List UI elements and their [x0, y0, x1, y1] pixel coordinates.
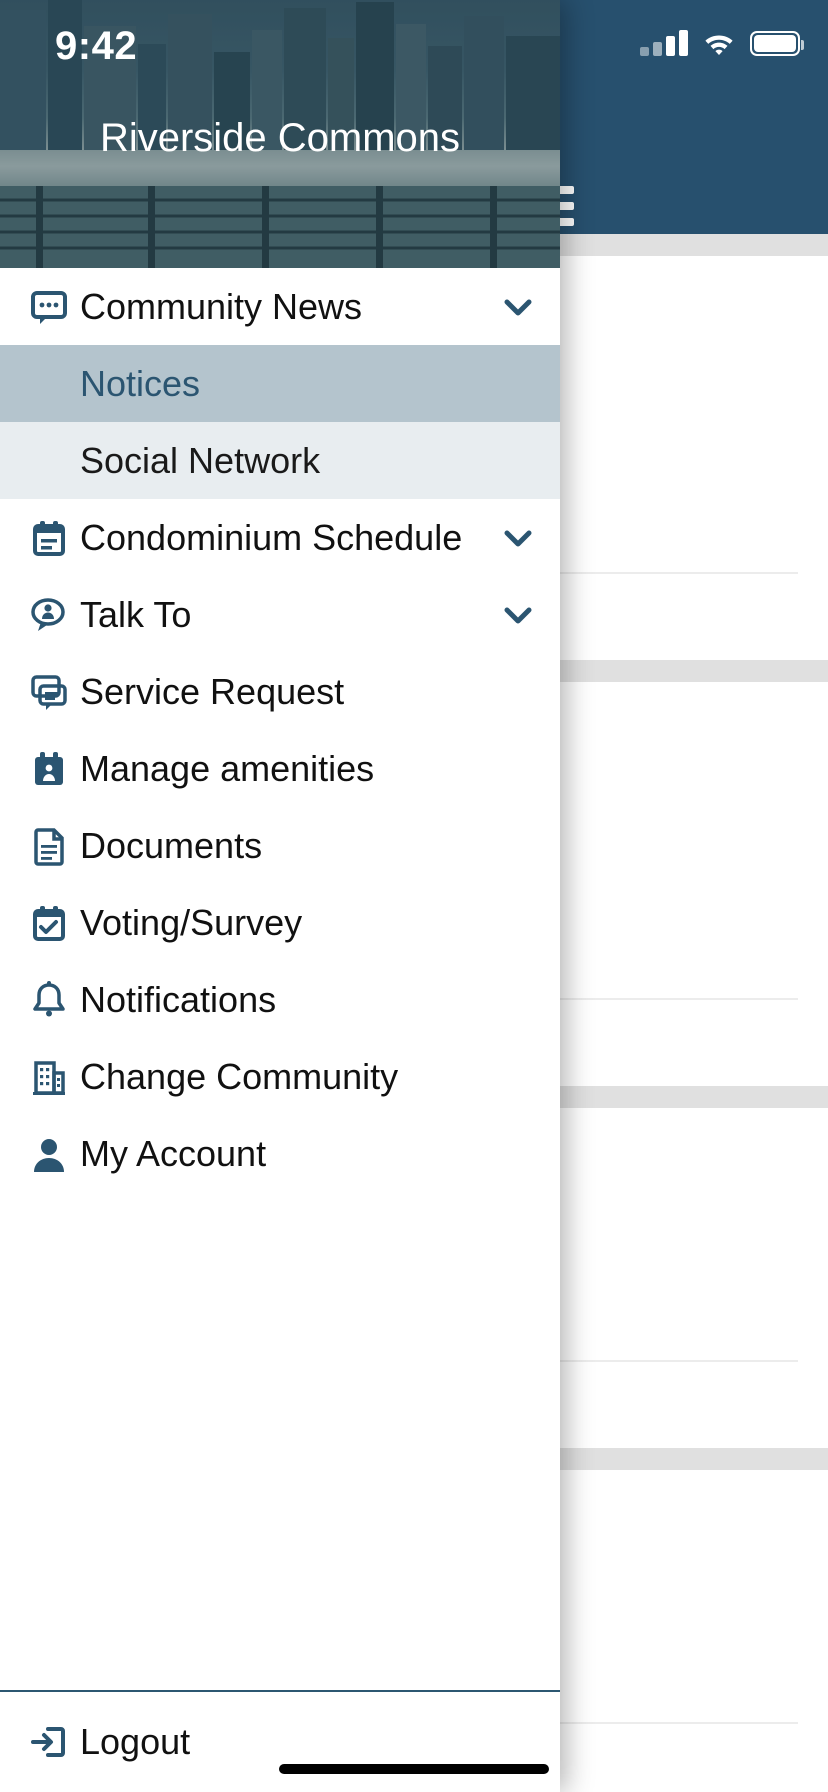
- home-indicator: [279, 1764, 549, 1774]
- sidebar-item-label: Change Community: [80, 1055, 399, 1097]
- sidebar-item-label: Condominium Schedule: [80, 516, 463, 558]
- sidebar-subitem-label: Social Network: [80, 439, 321, 481]
- sidebar-item-documents[interactable]: Documents: [0, 807, 560, 884]
- calendar-check-icon: [18, 903, 80, 943]
- person-speech-bubble-icon: [18, 595, 80, 635]
- building-icon: [18, 1057, 80, 1097]
- phone-screen: M Master Admin Dec 02, 2020 Expired Gate…: [0, 0, 828, 1792]
- sidebar-item-change-community[interactable]: Change Community: [0, 1038, 560, 1115]
- navigation-drawer: 9:42 Riverside Commons Community News Not…: [0, 0, 560, 1792]
- sidebar-item-voting-survey[interactable]: Voting/Survey: [0, 884, 560, 961]
- drawer-header: 9:42 Riverside Commons: [0, 0, 560, 268]
- sidebar-subitem-label: Notices: [80, 362, 201, 404]
- sidebar-subitem-social-network[interactable]: Social Network: [0, 422, 560, 499]
- sidebar-item-label: Talk To: [80, 593, 192, 635]
- stacked-chat-icon: [18, 672, 80, 712]
- sidebar-item-label: Service Request: [80, 670, 345, 712]
- wifi-icon: [702, 30, 736, 56]
- sidebar-item-label: Manage amenities: [80, 747, 375, 789]
- logout-button[interactable]: Logout: [0, 1692, 560, 1792]
- sidebar-item-label: Community News: [80, 285, 363, 327]
- calendar-person-icon: [18, 749, 80, 789]
- sidebar-item-label: Notifications: [80, 978, 277, 1020]
- sidebar-item-community-news[interactable]: Community News: [0, 268, 560, 345]
- chevron-down-icon[interactable]: [502, 522, 534, 554]
- drawer-menu: Community News Notices Social Network Cond…: [0, 268, 560, 1192]
- sidebar-item-talk-to[interactable]: Talk To: [0, 576, 560, 653]
- sidebar-item-condominium-schedule[interactable]: Condominium Schedule: [0, 499, 560, 576]
- document-icon: [18, 826, 80, 866]
- status-bar-icons: [640, 30, 804, 56]
- sidebar-item-label: Voting/Survey: [80, 901, 303, 943]
- logout-label: Logout: [80, 1721, 191, 1762]
- battery-icon: [750, 30, 804, 56]
- logout-arrow-icon: [18, 1722, 80, 1762]
- sidebar-item-service-request[interactable]: Service Request: [0, 653, 560, 730]
- community-name-title: Riverside Commons: [99, 116, 461, 160]
- cellular-signal-icon: [640, 30, 688, 56]
- user-icon: [18, 1134, 80, 1174]
- chat-bubble-icon: [18, 287, 80, 327]
- sidebar-item-label: My Account: [80, 1132, 267, 1174]
- clock-label: 9:42: [55, 24, 138, 68]
- sidebar-subitem-notices[interactable]: Notices: [0, 345, 560, 422]
- chevron-down-icon[interactable]: [502, 599, 534, 631]
- chevron-down-icon[interactable]: [502, 291, 534, 323]
- sidebar-item-my-account[interactable]: My Account: [0, 1115, 560, 1192]
- sidebar-item-manage-amenities[interactable]: Manage amenities: [0, 730, 560, 807]
- sidebar-item-label: Documents: [80, 824, 263, 866]
- bell-icon: [18, 980, 80, 1020]
- sidebar-item-notifications[interactable]: Notifications: [0, 961, 560, 1038]
- calendar-lines-icon: [18, 518, 80, 558]
